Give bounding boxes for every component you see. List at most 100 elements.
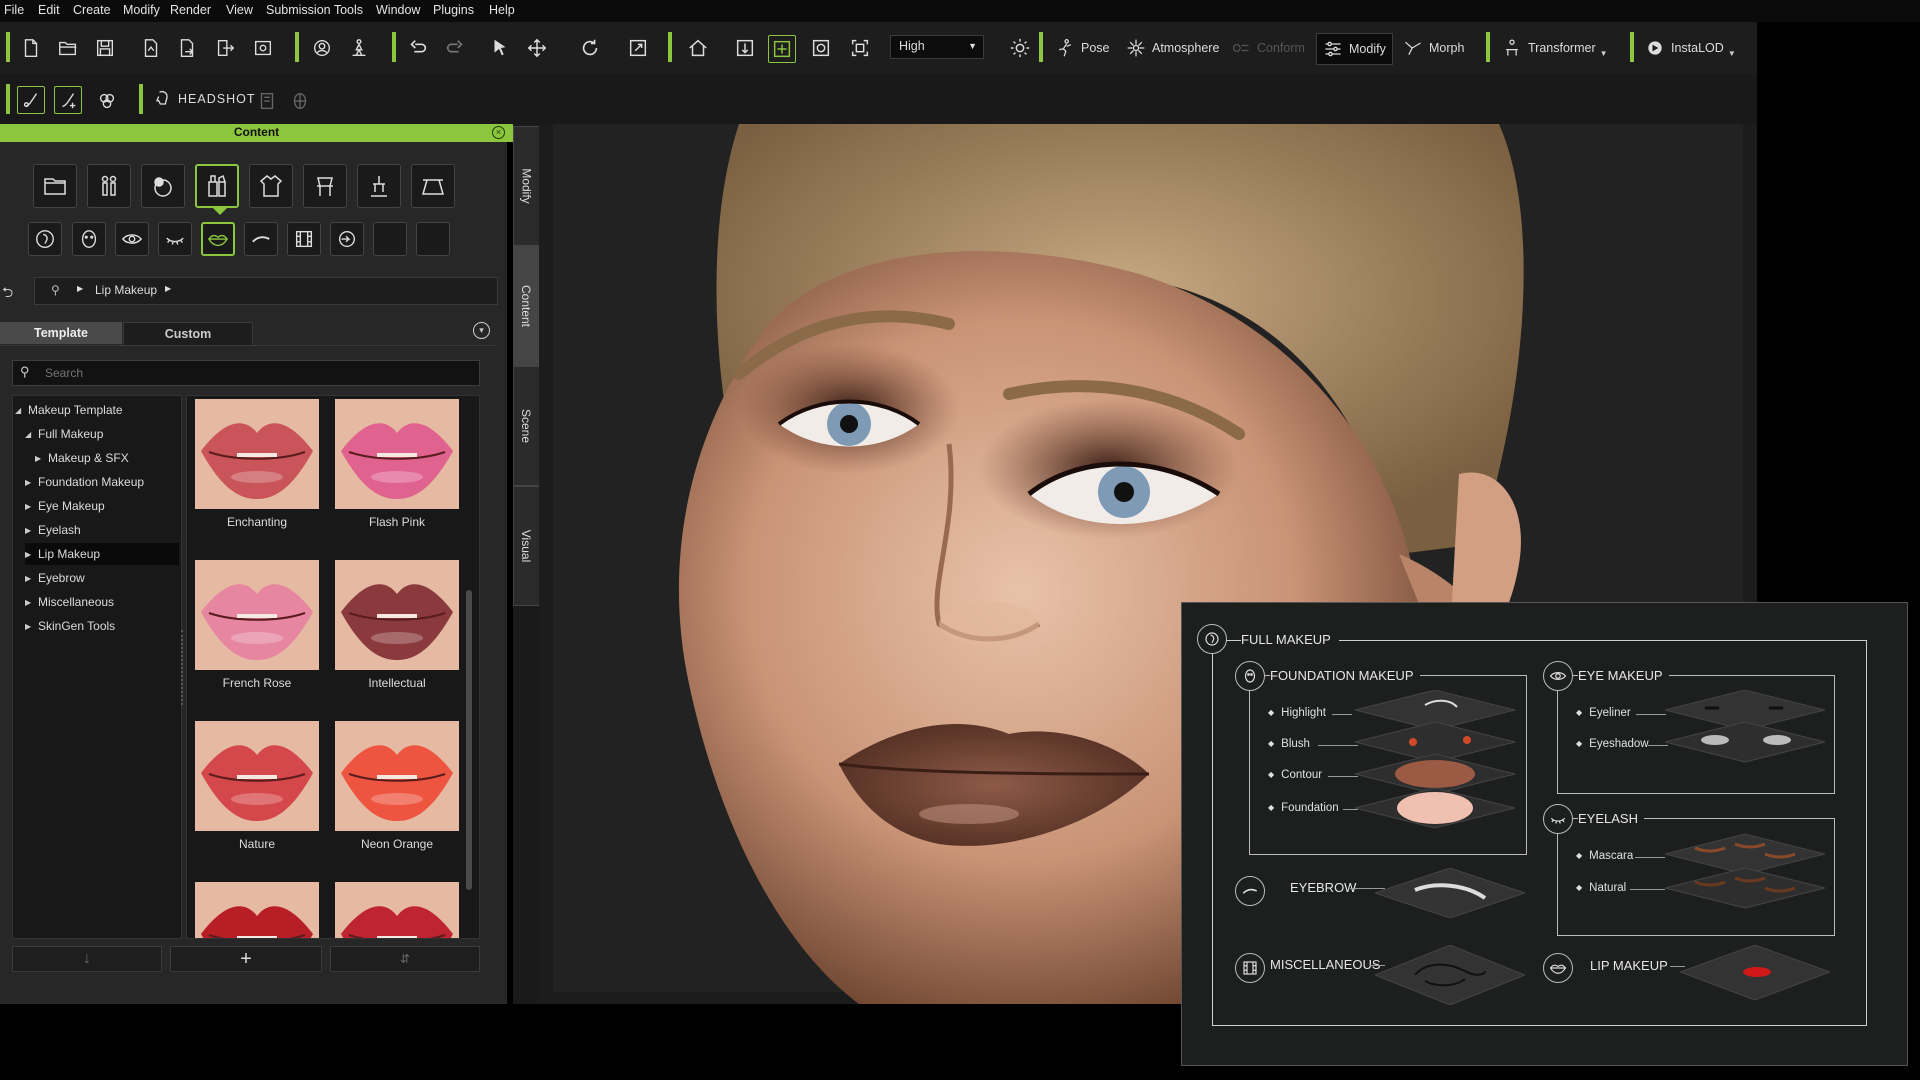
- tab-custom[interactable]: Custom: [123, 322, 253, 346]
- open-folder-icon[interactable]: [53, 33, 83, 63]
- tab-template[interactable]: Template: [0, 322, 122, 344]
- sub-full-makeup-button[interactable]: [28, 222, 62, 256]
- collapsed-arrow-icon[interactable]: ▶: [25, 550, 33, 559]
- add-button[interactable]: +: [170, 946, 322, 972]
- menu-item[interactable]: Modify: [123, 3, 160, 17]
- pose-button[interactable]: Pose: [1055, 33, 1110, 63]
- collapsed-arrow-icon[interactable]: ▶: [25, 502, 33, 511]
- menu-item[interactable]: Plugins: [433, 3, 474, 17]
- collapsed-arrow-icon[interactable]: ▶: [35, 454, 43, 463]
- tree-item[interactable]: ▶ Miscellaneous: [25, 591, 179, 613]
- new-file-icon[interactable]: [16, 33, 46, 63]
- side-tab-scene[interactable]: Scene: [513, 366, 540, 486]
- modify-button[interactable]: Modify: [1316, 33, 1393, 65]
- category-tree-icon[interactable]: ⚲: [51, 283, 60, 297]
- sub-eye-makeup-button[interactable]: [115, 222, 149, 256]
- conform-button[interactable]: Conform: [1231, 33, 1305, 63]
- breadcrumb-current[interactable]: Lip Makeup: [95, 283, 157, 297]
- lip-template-thumbnail[interactable]: [335, 721, 459, 831]
- collapsed-arrow-icon[interactable]: ▶: [25, 526, 33, 535]
- tree-item[interactable]: ◢ Full Makeup: [25, 423, 179, 445]
- grid-scrollbar[interactable]: [466, 590, 472, 890]
- collapsed-arrow-icon[interactable]: ▶: [25, 598, 33, 607]
- category-props-button[interactable]: [303, 164, 347, 208]
- transformer-button[interactable]: Transformer ▼: [1502, 33, 1608, 63]
- tree-item[interactable]: ◢ Makeup Template: [15, 399, 179, 421]
- chevron-down-icon[interactable]: ▾: [473, 322, 490, 339]
- home-camera-icon[interactable]: [683, 33, 713, 63]
- tree-item[interactable]: ▶ Foundation Makeup: [25, 471, 179, 493]
- expanded-arrow-icon[interactable]: ◢: [15, 406, 23, 415]
- menu-item[interactable]: View: [226, 3, 253, 17]
- close-icon[interactable]: ×: [492, 126, 505, 139]
- search-field[interactable]: ⚲: [12, 360, 480, 386]
- skin-brush-icon[interactable]: [17, 86, 45, 114]
- tree-item[interactable]: ▶ Lip Makeup: [25, 543, 179, 565]
- tree-item[interactable]: ▶ SkinGen Tools: [25, 615, 179, 637]
- menu-item[interactable]: Render: [170, 3, 211, 17]
- search-input[interactable]: [43, 364, 467, 382]
- category-makeup-button[interactable]: [195, 164, 239, 208]
- headshot-button[interactable]: HEADSHOT: [152, 84, 255, 114]
- import-icon[interactable]: [136, 33, 166, 63]
- side-tab-visual[interactable]: Visual: [513, 486, 540, 606]
- lip-template-thumbnail[interactable]: [335, 882, 459, 938]
- scale-icon[interactable]: [623, 33, 653, 63]
- undo-icon[interactable]: [403, 33, 433, 63]
- save-icon[interactable]: [90, 33, 120, 63]
- export-icon[interactable]: [210, 33, 240, 63]
- sub-foundation-button[interactable]: [72, 222, 106, 256]
- menu-item[interactable]: Submission Tools: [266, 3, 363, 17]
- render-icon[interactable]: [248, 33, 278, 63]
- tree-item[interactable]: ▶ Eye Makeup: [25, 495, 179, 517]
- zoom-extents-icon[interactable]: [845, 33, 875, 63]
- sub-eyelash-button[interactable]: [158, 222, 192, 256]
- lip-template-thumbnail[interactable]: [195, 399, 319, 509]
- fit-view-icon[interactable]: [730, 33, 760, 63]
- tree-item[interactable]: ▶ Eyelash: [25, 519, 179, 541]
- group-icon[interactable]: [92, 86, 122, 116]
- collapsed-arrow-icon[interactable]: ▶: [25, 478, 33, 487]
- category-clothing-button[interactable]: [249, 164, 293, 208]
- apply-down-button[interactable]: ↓: [12, 946, 162, 972]
- collapsed-arrow-icon[interactable]: ▶: [25, 622, 33, 631]
- character-icon[interactable]: [307, 33, 337, 63]
- lip-template-thumbnail[interactable]: [195, 721, 319, 831]
- side-tab-modify[interactable]: Modify: [513, 126, 540, 246]
- head-mesh-icon[interactable]: [285, 86, 315, 116]
- category-characters-button[interactable]: [87, 164, 131, 208]
- lip-template-thumbnail[interactable]: [335, 399, 459, 509]
- walk-icon[interactable]: [344, 33, 374, 63]
- export-file-icon[interactable]: [172, 33, 202, 63]
- lip-template-thumbnail[interactable]: [195, 560, 319, 670]
- menu-item[interactable]: Help: [489, 3, 515, 17]
- tree-item[interactable]: ▶ Makeup & SFX: [35, 447, 179, 469]
- select-arrow-icon[interactable]: [485, 33, 515, 63]
- sub-lip-makeup-button[interactable]: [201, 222, 235, 256]
- sub-eyebrow-button[interactable]: [244, 222, 278, 256]
- category-scene-button[interactable]: [411, 164, 455, 208]
- menu-item[interactable]: Create: [73, 3, 111, 17]
- instalod-button[interactable]: InstaLOD ▼: [1645, 33, 1736, 63]
- lighting-sun-icon[interactable]: [1005, 33, 1035, 63]
- skin-brush-alt-icon[interactable]: [54, 86, 82, 114]
- lip-template-thumbnail[interactable]: [335, 560, 459, 670]
- collapsed-arrow-icon[interactable]: ▶: [25, 574, 33, 583]
- expanded-arrow-icon[interactable]: ◢: [25, 430, 33, 439]
- headshot-tool-icon[interactable]: [252, 86, 282, 116]
- quality-dropdown[interactable]: High ▼: [890, 35, 984, 59]
- replace-button[interactable]: ⇵: [330, 946, 480, 972]
- redo-icon[interactable]: [440, 33, 470, 63]
- rotate-icon[interactable]: [575, 33, 605, 63]
- focus-icon[interactable]: [806, 33, 836, 63]
- back-arrow-icon[interactable]: ⮌: [2, 282, 13, 306]
- menu-item[interactable]: File: [4, 3, 24, 17]
- category-folder-button[interactable]: [33, 164, 77, 208]
- menu-item[interactable]: Window: [376, 3, 420, 17]
- lip-template-thumbnail[interactable]: [195, 882, 319, 938]
- morph-button[interactable]: Morph: [1403, 33, 1464, 63]
- move-icon[interactable]: [522, 33, 552, 63]
- atmosphere-button[interactable]: Atmosphere: [1126, 33, 1219, 63]
- frame-selected-icon[interactable]: [768, 35, 796, 63]
- menu-item[interactable]: Edit: [38, 3, 60, 17]
